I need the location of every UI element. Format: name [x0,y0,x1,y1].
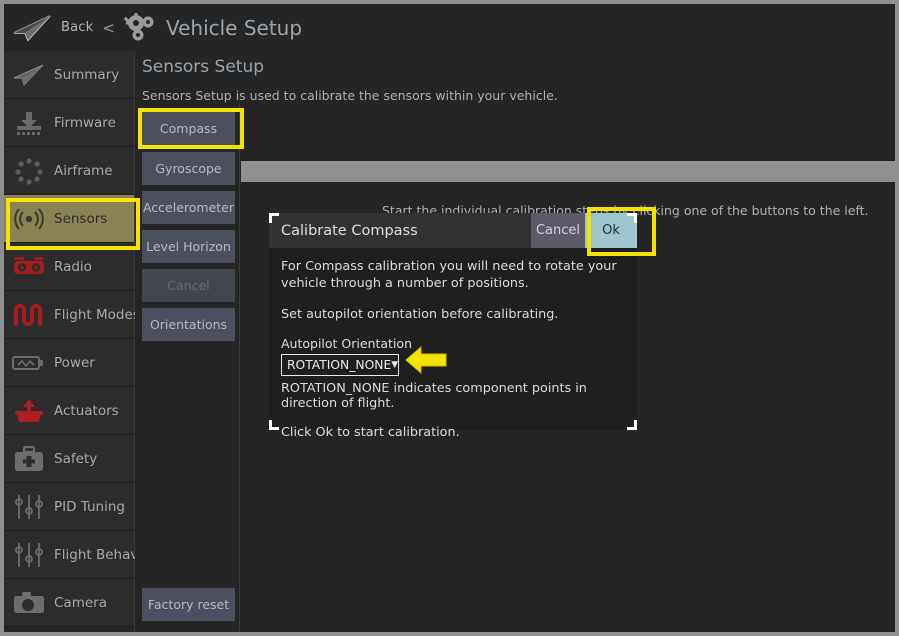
sidebar-item-pid-tuning[interactable]: PID Tuning [4,483,134,531]
sidebar: Summary Firmware [4,51,135,632]
calibration-button-column: Compass Gyroscope Accelerometer Level Ho… [135,104,240,632]
orientations-button[interactable]: Orientations [142,308,235,341]
flight-modes-icon [10,299,48,331]
compass-button[interactable]: Compass [142,112,235,145]
dialog-title: Calibrate Compass [281,223,418,239]
chevron-left-icon[interactable]: < [102,19,115,37]
sidebar-item-label: Summary [54,67,119,83]
firmware-download-icon [10,107,48,139]
sidebar-item-label: Actuators [54,403,119,419]
paper-plane-icon[interactable] [10,13,54,43]
airframe-icon [10,155,48,187]
actuators-icon [10,395,48,427]
dialog-actions: Cancel Ok [531,213,637,248]
calibrate-compass-dialog: Calibrate Compass Cancel Ok For Compass … [269,213,637,430]
vehicle-setup-window: Back < Vehicle Setup [4,4,895,632]
sidebar-item-camera[interactable]: Camera [4,579,134,627]
sidebar-item-radio[interactable]: Radio [4,243,134,291]
sidebar-item-firmware[interactable]: Firmware [4,99,134,147]
sidebar-item-flight-behavior[interactable]: Flight Behavior [4,531,134,579]
autopilot-orientation-select[interactable]: ROTATION_NONE ▼ [281,354,399,376]
dialog-corner-bracket [269,213,279,223]
sidebar-item-actuators[interactable]: Actuators [4,387,134,435]
dialog-cancel-button[interactable]: Cancel [531,213,585,248]
sliders-icon [10,491,48,523]
accelerometer-button[interactable]: Accelerometer [142,191,235,224]
camera-icon [10,587,48,619]
calibration-progress-bar [241,161,895,182]
autopilot-orientation-label: Autopilot Orientation [281,336,625,351]
dialog-corner-bracket [627,213,637,223]
sidebar-item-airframe[interactable]: Airframe [4,147,134,195]
factory-reset-button[interactable]: Factory reset [142,588,235,621]
sidebar-item-label: PID Tuning [54,499,125,515]
top-bar: Back < Vehicle Setup [4,4,895,51]
sliders-icon [10,539,48,571]
battery-icon [10,347,48,379]
cancel-calibration-button: Cancel [142,269,235,302]
sidebar-item-label: Flight Modes [54,307,140,323]
dialog-corner-bracket [627,420,637,430]
autopilot-orientation-value: ROTATION_NONE [287,358,391,372]
dialog-corner-bracket [269,420,279,430]
dialog-body: For Compass calibration you will need to… [269,248,637,440]
sidebar-item-label: Firmware [54,115,116,131]
gears-icon [124,13,158,43]
sidebar-item-flight-modes[interactable]: Flight Modes [4,291,134,339]
radio-controller-icon [10,251,48,283]
gyroscope-button[interactable]: Gyroscope [142,152,235,185]
level-horizon-button[interactable]: Level Horizon [142,230,235,263]
safety-kit-icon [10,443,48,475]
dialog-paragraph-1: For Compass calibration you will need to… [281,258,625,293]
sidebar-item-summary[interactable]: Summary [4,51,134,99]
chevron-down-icon: ▼ [391,360,398,370]
section-subtitle: Sensors Setup is used to calibrate the s… [142,88,558,103]
sidebar-item-label: Safety [54,451,97,467]
left-arrow-annotation [404,345,448,375]
sidebar-item-label: Power [54,355,95,371]
sidebar-item-label: Radio [54,259,92,275]
orientation-note: ROTATION_NONE indicates component points… [281,381,625,411]
sidebar-item-power[interactable]: Power [4,339,134,387]
sensors-waves-icon [10,203,48,235]
sidebar-item-label: Airframe [54,163,113,179]
paper-plane-icon [10,59,48,91]
sidebar-item-label: Camera [54,595,107,611]
sidebar-item-label: Sensors [54,211,107,227]
page-title: Vehicle Setup [166,16,302,40]
section-title: Sensors Setup [142,57,264,77]
dialog-footer-text: Click Ok to start calibration. [281,425,625,440]
back-button-label[interactable]: Back [61,20,93,35]
dialog-paragraph-2: Set autopilot orientation before calibra… [281,306,625,323]
dialog-header: Calibrate Compass Cancel Ok [269,213,637,248]
sidebar-item-safety[interactable]: Safety [4,435,134,483]
sidebar-item-sensors[interactable]: Sensors [4,195,134,243]
